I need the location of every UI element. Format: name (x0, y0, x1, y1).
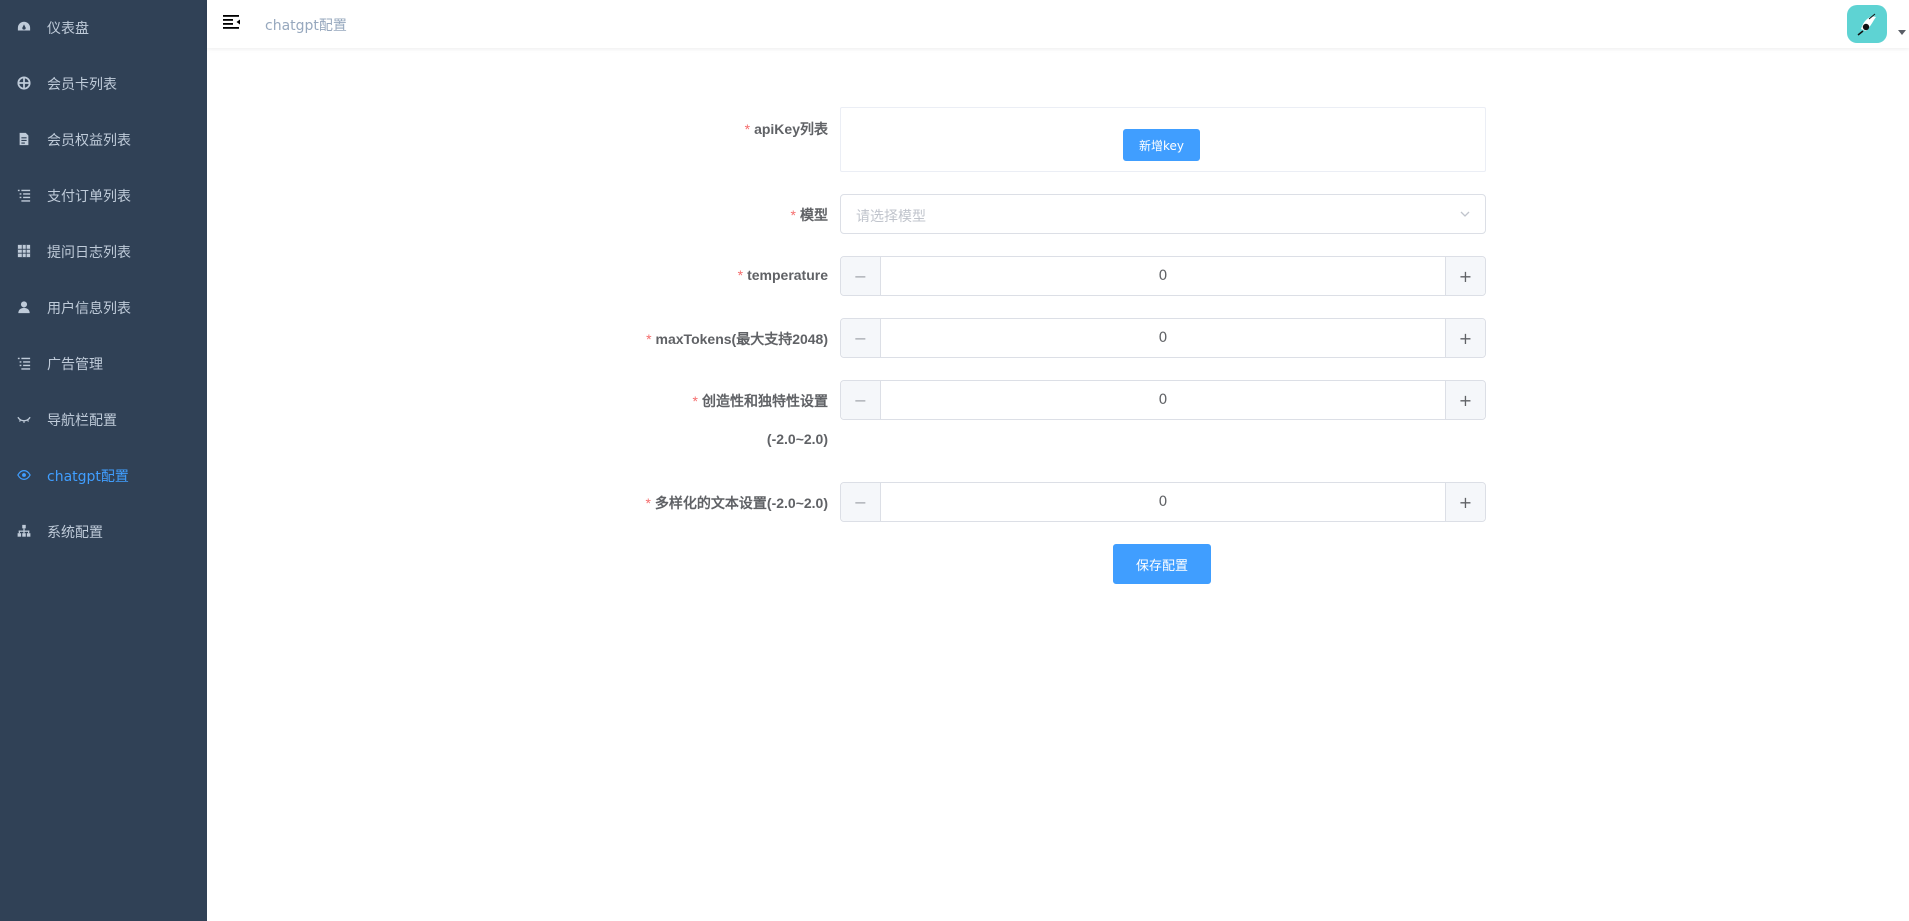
presence-input[interactable]: 0 (882, 381, 1444, 419)
dashboard-icon (16, 19, 32, 35)
frequency-label: * 多样化的文本设置(-2.0~2.0) (645, 495, 828, 511)
avatar[interactable] (1847, 5, 1887, 43)
user-icon (16, 299, 32, 315)
max-tokens-decrement-button[interactable]: − (841, 319, 881, 357)
sidebar-item-label: 用户信息列表 (47, 301, 131, 317)
list-icon (16, 187, 32, 203)
sidebar-item-label: chatgpt配置 (47, 469, 129, 485)
presence-increment-button[interactable]: + (1445, 381, 1485, 419)
sidebar-item-label: 支付订单列表 (47, 189, 131, 205)
sidebar-item-payment-orders[interactable]: 支付订单列表 (0, 168, 207, 224)
chevron-down-icon (1460, 211, 1470, 217)
max-tokens-input[interactable]: 0 (882, 319, 1444, 357)
chevron-down-icon[interactable] (1898, 30, 1906, 35)
tree-icon (16, 523, 32, 539)
model-label: * 模型 (790, 207, 828, 223)
sidebar-item-user-info[interactable]: 用户信息列表 (0, 280, 207, 336)
sidebar-item-label: 导航栏配置 (47, 413, 117, 429)
frequency-stepper: − 0 + (840, 482, 1486, 522)
model-select[interactable]: 请选择模型 (840, 194, 1486, 234)
navbar: chatgpt配置 (207, 0, 1909, 48)
sidebar-item-label: 广告管理 (47, 357, 103, 373)
sidebar-item-member-benefits[interactable]: 会员权益列表 (0, 112, 207, 168)
eye-icon (16, 467, 32, 483)
presence-decrement-button[interactable]: − (841, 381, 881, 419)
sidebar-item-question-logs[interactable]: 提问日志列表 (0, 224, 207, 280)
hamburger-icon[interactable] (223, 14, 241, 30)
eye-closed-icon (16, 411, 32, 427)
sidebar-item-label: 仪表盘 (47, 21, 89, 37)
max-tokens-label: * maxTokens(最大支持2048) (646, 331, 828, 347)
temperature-decrement-button[interactable]: − (841, 257, 881, 295)
sidebar-item-label: 系统配置 (47, 525, 103, 541)
breadcrumb: chatgpt配置 (265, 18, 347, 34)
sidebar-item-dashboard[interactable]: 仪表盘 (0, 0, 207, 56)
list-icon (16, 355, 32, 371)
temperature-stepper: − 0 + (840, 256, 1486, 296)
add-key-button[interactable]: 新增key (1123, 129, 1200, 161)
sidebar-item-label: 提问日志列表 (47, 245, 131, 261)
target-icon (16, 75, 32, 91)
sidebar-item-member-cards[interactable]: 会员卡列表 (0, 56, 207, 112)
save-config-button[interactable]: 保存配置 (1113, 544, 1211, 584)
presence-stepper: − 0 + (840, 380, 1486, 420)
presence-label: * 创造性和独特性设置 (692, 393, 828, 409)
sidebar-item-ads[interactable]: 广告管理 (0, 336, 207, 392)
temperature-increment-button[interactable]: + (1445, 257, 1485, 295)
max-tokens-stepper: − 0 + (840, 318, 1486, 358)
frequency-increment-button[interactable]: + (1445, 483, 1485, 521)
table-icon (16, 243, 32, 259)
temperature-label: * temperature (737, 267, 828, 283)
sidebar-item-label: 会员卡列表 (47, 77, 117, 93)
sidebar-item-nav-config[interactable]: 导航栏配置 (0, 392, 207, 448)
frequency-input[interactable]: 0 (882, 483, 1444, 521)
document-icon (16, 131, 32, 147)
sidebar-item-system-config[interactable]: 系统配置 (0, 504, 207, 560)
apikey-list-box: 新增key (840, 107, 1486, 172)
model-placeholder: 请选择模型 (856, 209, 926, 225)
sidebar-item-chatgpt-config[interactable]: chatgpt配置 (0, 448, 207, 504)
temperature-input[interactable]: 0 (882, 257, 1444, 295)
sidebar: 仪表盘 会员卡列表 会员权益列表 支付订单列表 提问日志列表 用户信息列表 广告… (0, 0, 207, 921)
max-tokens-increment-button[interactable]: + (1445, 319, 1485, 357)
sidebar-item-label: 会员权益列表 (47, 133, 131, 149)
frequency-decrement-button[interactable]: − (841, 483, 881, 521)
presence-range-label: (-2.0~2.0) (766, 431, 828, 447)
apikey-label: * apiKey列表 (744, 121, 828, 137)
